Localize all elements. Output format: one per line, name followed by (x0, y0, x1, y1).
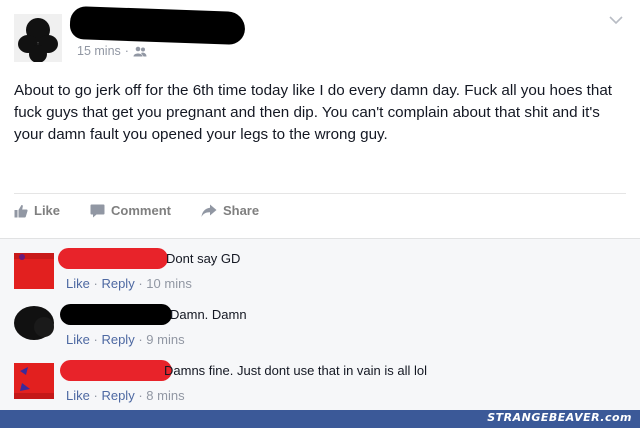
comment-time[interactable]: 9 mins (146, 332, 184, 347)
comment-label: Comment (111, 203, 171, 218)
meta-separator: · (124, 44, 129, 58)
comment-button[interactable]: Comment (90, 203, 171, 218)
commenter-name-redacted (60, 304, 172, 325)
comment-actions: Like · Reply · 9 mins (66, 332, 185, 347)
separator: · (93, 388, 98, 403)
share-button[interactable]: Share (201, 203, 259, 218)
thumbs-up-icon (14, 204, 28, 217)
poster-name-redacted (69, 5, 246, 46)
commenter-avatar[interactable] (14, 305, 54, 341)
commenter-name-redacted (58, 248, 168, 269)
comment-text: Damn. Damn (170, 307, 247, 322)
comment-like-link[interactable]: Like (66, 276, 90, 291)
poster-avatar[interactable] (14, 14, 62, 62)
share-icon (201, 204, 217, 217)
comment-item: Damn. Damn Like · Reply · 9 mins (14, 301, 624, 351)
comments-section: Dont say GD Like · Reply · 10 mins Damn.… (0, 238, 640, 411)
commenter-avatar[interactable] (14, 363, 54, 399)
comment-reply-link[interactable]: Reply (101, 276, 134, 291)
avatar-silhouette (14, 14, 62, 62)
post-body: About to go jerk off for the 6th time to… (14, 82, 612, 143)
commenter-name-redacted (60, 360, 172, 381)
comment-actions: Like · Reply · 8 mins (66, 388, 185, 403)
avatar-image (14, 363, 54, 399)
footer-bar: STRANGEBEAVER.com (0, 410, 640, 428)
comment-like-link[interactable]: Like (66, 332, 90, 347)
watermark: STRANGEBEAVER.com (487, 411, 632, 424)
separator: · (138, 388, 143, 403)
chevron-down-icon[interactable] (608, 14, 624, 26)
avatar-silhouette (14, 306, 54, 340)
separator: · (138, 276, 143, 291)
comment-reply-link[interactable]: Reply (101, 332, 134, 347)
comment-actions: Like · Reply · 10 mins (66, 276, 192, 291)
like-label: Like (34, 203, 61, 218)
like-button[interactable]: Like (14, 203, 60, 218)
comment-text: Dont say GD (166, 251, 241, 266)
separator: · (93, 276, 98, 291)
post-timestamp[interactable]: 15 mins (77, 44, 121, 58)
post-card: 15 mins · About to go jerk off for the 6… (0, 0, 640, 238)
post-meta: 15 mins · (77, 44, 147, 58)
separator: · (93, 332, 98, 347)
comment-time[interactable]: 8 mins (146, 388, 184, 403)
commenter-avatar[interactable] (14, 253, 54, 289)
comment-item: Damns fine. Just dont use that in vain i… (14, 357, 624, 407)
post-actions: Like Comment Share (14, 203, 289, 218)
separator: · (138, 332, 143, 347)
avatar-image (14, 253, 54, 289)
comment-time[interactable]: 10 mins (146, 276, 192, 291)
comment-reply-link[interactable]: Reply (101, 388, 134, 403)
friends-icon[interactable] (133, 46, 147, 57)
share-label: Share (222, 203, 260, 218)
comment-text: Damns fine. Just dont use that in vain i… (164, 363, 428, 378)
post-divider (14, 193, 626, 194)
comment-icon (90, 204, 105, 217)
comment-item: Dont say GD Like · Reply · 10 mins (14, 247, 624, 297)
comment-like-link[interactable]: Like (66, 388, 90, 403)
